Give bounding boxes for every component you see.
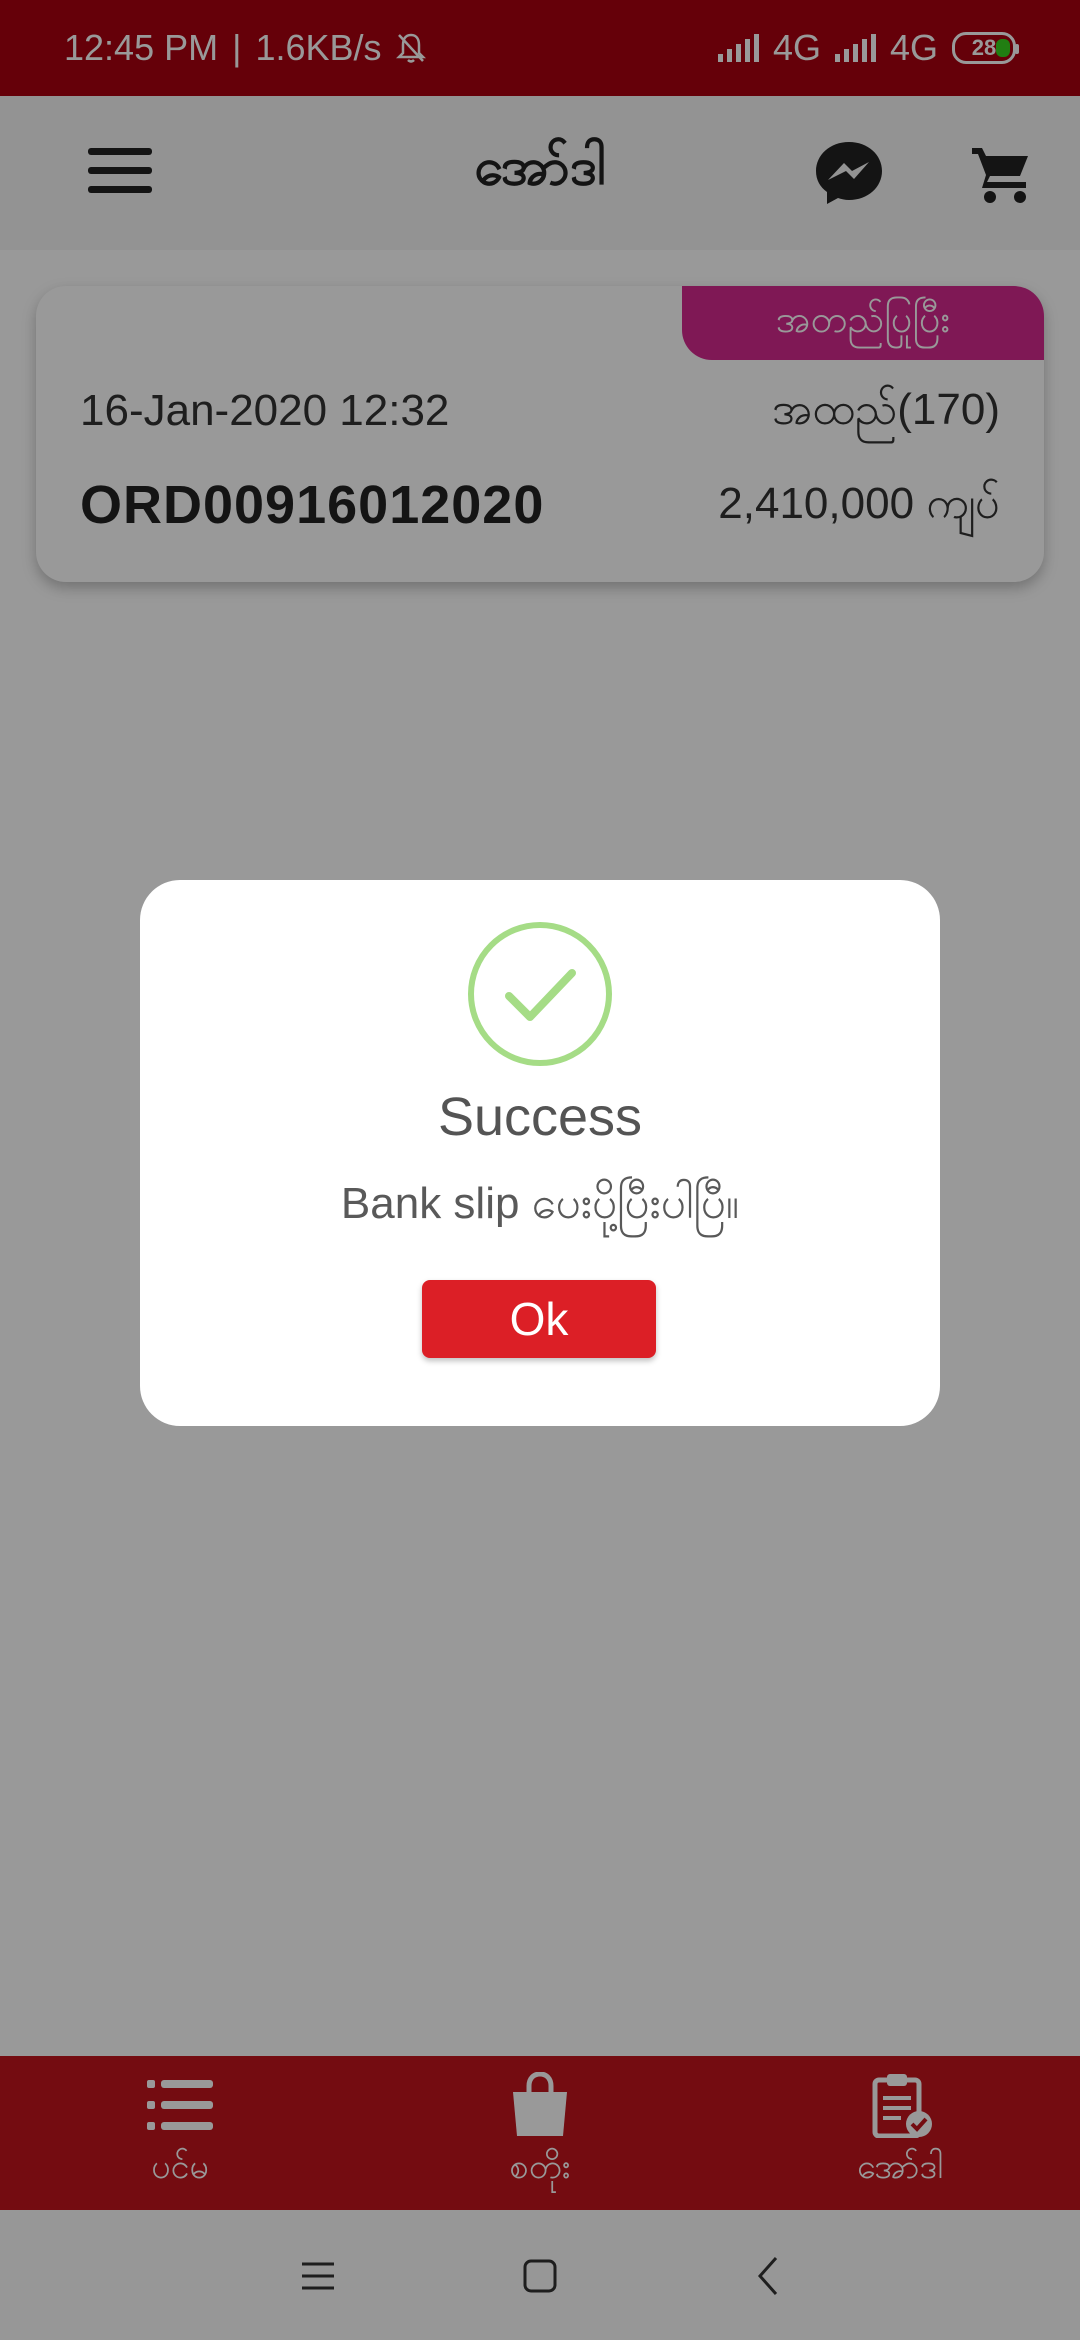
dialog-message: Bank slip ပေးပို့ပြီးပါပြီ။ bbox=[340, 1179, 740, 1228]
success-dialog: Success Bank slip ပေးပို့ပြီးပါပြီ။ Ok bbox=[140, 880, 940, 1426]
success-check-icon bbox=[468, 922, 612, 1066]
ok-button[interactable]: Ok bbox=[422, 1280, 656, 1358]
dialog-title: Success bbox=[437, 1087, 643, 1147]
